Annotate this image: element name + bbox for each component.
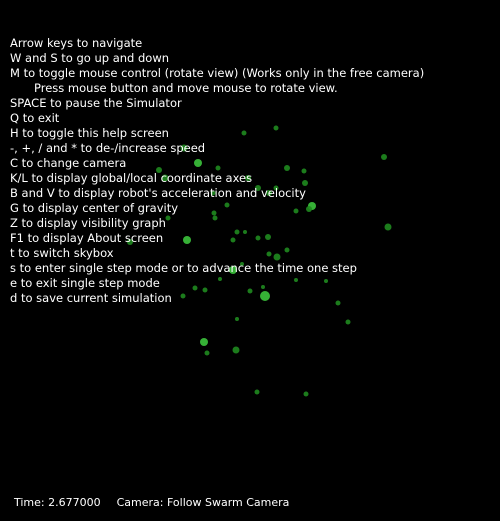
swarm-robot-icon <box>345 319 351 325</box>
help-line-up-down: W and S to go up and down <box>10 51 170 65</box>
swarm-robot-icon <box>254 389 260 395</box>
help-line-mouse-control: M to toggle mouse control (rotate view) … <box>10 66 425 80</box>
help-line-navigate: Arrow keys to navigate <box>10 36 143 50</box>
help-line-gravity: G to display center of gravity <box>10 201 179 215</box>
simulation-time: Time: 2.677000 <box>14 496 101 509</box>
swarm-robot-icon <box>235 317 239 321</box>
help-line-acceleration: B and V to display robot's acceleration … <box>10 186 306 200</box>
swarm-robot-icon <box>232 346 240 354</box>
help-line-exit-step: e to exit single step mode <box>10 276 160 290</box>
help-line-axes: K/L to display global/local coordinate a… <box>10 171 253 185</box>
swarm-robot-icon <box>303 391 309 397</box>
help-line-single-step: s to enter single step mode or to advanc… <box>10 261 357 275</box>
help-screen: Arrow keys to navigate W and S to go up … <box>10 36 424 306</box>
help-line-save: d to save current simulation <box>10 291 172 305</box>
help-line-speed: -, +, / and * to de-/increase speed <box>10 141 206 155</box>
help-line-skybox: t to switch skybox <box>10 246 114 260</box>
help-line-pause: SPACE to pause the Simulator <box>10 96 182 110</box>
help-line-rotate-view: Press mouse button and move mouse to rot… <box>34 81 338 95</box>
status-bar: Time: 2.677000 Camera: Follow Swarm Camer… <box>0 485 289 509</box>
help-line-exit: Q to exit <box>10 111 60 125</box>
simulator-viewport[interactable]: Arrow keys to navigate W and S to go up … <box>0 0 500 509</box>
swarm-robot-icon <box>200 338 208 346</box>
help-line-about: F1 to display About screen <box>10 231 164 245</box>
camera-mode: Camera: Follow Swarm Camera <box>116 496 290 509</box>
help-line-toggle-help: H to toggle this help screen <box>10 126 169 140</box>
swarm-robot-icon <box>204 350 210 356</box>
help-line-camera: C to change camera <box>10 156 127 170</box>
help-line-visibility: Z to display visibility graph <box>10 216 166 230</box>
